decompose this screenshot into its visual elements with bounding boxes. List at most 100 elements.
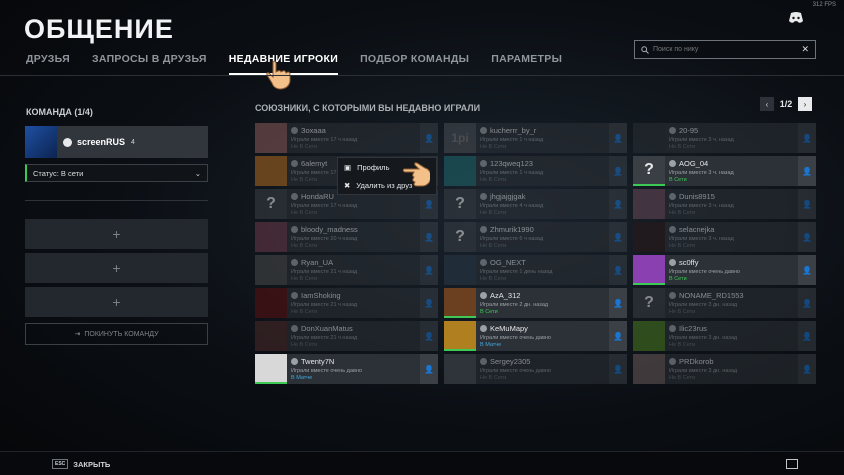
tab-team-finder[interactable]: ПОДБОР КОМАНДЫ — [360, 53, 469, 69]
add-friend-button[interactable]: 👤 — [798, 354, 816, 384]
verified-icon — [480, 259, 487, 266]
player-info: Ilic23rus Играли вместе 3 дн. назад Не В С… — [665, 321, 798, 351]
played-together: Играли вместе 21 ч назад — [291, 302, 358, 308]
chat-icon[interactable] — [786, 459, 798, 469]
next-page-button[interactable]: › — [798, 97, 812, 111]
context-profile-label: Профиль — [357, 162, 390, 172]
avatar — [633, 354, 665, 384]
leave-team-button[interactable]: ⇥ ПОКИНУТЬ КОМАНДУ — [25, 323, 208, 345]
add-friend-button[interactable]: 👤 — [420, 354, 438, 384]
add-friend-button[interactable]: 👤 — [609, 288, 627, 318]
add-friend-button[interactable]: 👤 — [420, 288, 438, 318]
player-card[interactable]: IamShoking Играли вместе 21 ч назад Не В С… — [255, 288, 438, 318]
player-card[interactable]: 123qweq123 Играли вместе 1 ч назад Не В Се… — [444, 156, 627, 186]
tab-friend-requests[interactable]: ЗАПРОСЫ В ДРУЗЬЯ — [92, 53, 207, 69]
add-friend-button[interactable]: 👤 — [420, 255, 438, 285]
avatar: ? — [255, 189, 287, 219]
player-card[interactable]: DonXuanMatus Играли вместе 21 ч назад Не В… — [255, 321, 438, 351]
verified-icon — [669, 160, 676, 167]
add-friend-button[interactable]: 👤 — [609, 255, 627, 285]
add-team-slot-button[interactable]: + — [25, 253, 208, 283]
close-button[interactable]: ESC ЗАКРЫТЬ — [52, 459, 110, 469]
played-together: Играли вместе 1 ч назад — [480, 137, 544, 143]
player-card[interactable]: selacnejka Играли вместе 3 ч. назад Не В С… — [633, 222, 816, 252]
player-info: jhgjajgjgak Играли вместе 4 ч назад Не В С… — [476, 189, 609, 219]
verified-icon — [669, 193, 676, 200]
player-name-row: Ryan_UA — [291, 258, 420, 267]
add-friend-button[interactable]: 👤 — [609, 123, 627, 153]
player-card[interactable]: ? NONAME_RD1553 Играли вместе 3 дн. назад Н… — [633, 288, 816, 318]
player-card[interactable]: ? jhgjajgjgak Играли вместе 4 ч назад Не В … — [444, 189, 627, 219]
search-box[interactable]: ✕ — [634, 40, 816, 59]
add-friend-button[interactable]: 👤 — [798, 255, 816, 285]
player-card[interactable]: sc0ffy Играли вместе очень давно В Сети 👤 — [633, 255, 816, 285]
add-team-slot-button[interactable]: + — [25, 287, 208, 317]
add-team-slot-button[interactable]: + — [25, 219, 208, 249]
add-friend-button[interactable]: 👤 — [798, 156, 816, 186]
player-name: Dunis8915 — [679, 192, 715, 201]
player-info: Twenty7N Играли вместе очень давно В Матче — [287, 354, 420, 384]
player-card[interactable]: ? Zhmurik1990 Играли вместе 6 ч назад Не В … — [444, 222, 627, 252]
player-name-row: sc0ffy — [669, 258, 798, 267]
add-friend-button[interactable]: 👤 — [798, 123, 816, 153]
add-friend-button[interactable]: 👤 — [420, 222, 438, 252]
add-friend-button[interactable]: 👤 — [609, 321, 627, 351]
player-card[interactable]: Ryan_UA Играли вместе 21 ч назад Не В Сети… — [255, 255, 438, 285]
player-card[interactable]: Ilic23rus Играли вместе 3 дн. назад Не В С… — [633, 321, 816, 351]
status-dropdown[interactable]: Статус: В сети ⌄ — [25, 164, 208, 182]
tab-settings[interactable]: ПАРАМЕТРЫ — [491, 53, 562, 69]
played-together: Играли вместе 1 ч назад — [480, 170, 544, 176]
chevron-down-icon: ⌄ — [194, 168, 201, 178]
avatar — [633, 321, 665, 351]
add-friend-button[interactable]: 👤 — [420, 321, 438, 351]
discord-icon[interactable] — [788, 12, 804, 24]
add-user-icon: 👤 — [613, 364, 623, 374]
player-name-row: DonXuanMatus — [291, 324, 420, 333]
add-friend-button[interactable]: 👤 — [798, 288, 816, 318]
player-card[interactable]: bloody_madness Играли вместе 20 ч назад Не… — [255, 222, 438, 252]
my-player-card[interactable]: screenRUS 4 — [25, 126, 208, 158]
add-friend-button[interactable]: 👤 — [420, 123, 438, 153]
player-status: Не В Сети — [669, 309, 696, 315]
player-card[interactable]: ? AOG_04 Играли вместе 3 ч. назад В Сети 👤 — [633, 156, 816, 186]
avatar — [255, 255, 287, 285]
played-together: Играли вместе 4 ч назад — [480, 203, 544, 209]
player-card[interactable]: Зохааа Играли вместе 17 ч назад Не В Сети 👤 — [255, 123, 438, 153]
add-friend-button[interactable]: 👤 — [798, 189, 816, 219]
played-together: Играли вместе 20 ч назад — [291, 236, 358, 242]
player-card[interactable]: Twenty7N Играли вместе очень давно В Матче… — [255, 354, 438, 384]
player-card[interactable]: KeMuMapy Играли вместе очень давно В Матче… — [444, 321, 627, 351]
player-card[interactable]: PRDkorob Играли вместе 3 дн. назад Не В Се… — [633, 354, 816, 384]
player-info: Dunis8915 Играли вместе 3 ч. назад Не В Се… — [665, 189, 798, 219]
verified-icon — [291, 160, 298, 167]
add-friend-button[interactable]: 👤 — [609, 189, 627, 219]
player-card[interactable]: Dunis8915 Играли вместе 3 ч. назад Не В Се… — [633, 189, 816, 219]
clear-search-icon[interactable]: ✕ — [801, 44, 809, 55]
prev-page-button[interactable]: ‹ — [760, 97, 774, 111]
search-input[interactable] — [653, 46, 802, 53]
add-friend-button[interactable]: 👤 — [798, 321, 816, 351]
played-together: Играли вместе 21 ч назад — [291, 335, 358, 341]
add-friend-button[interactable]: 👤 — [609, 354, 627, 384]
player-name: DonXuanMatus — [301, 324, 353, 333]
tab-friends[interactable]: ДРУЗЬЯ — [26, 53, 70, 69]
player-card[interactable]: 20-95 Играли вместе 3 ч. назад Не В Сети 👤 — [633, 123, 816, 153]
player-card[interactable]: 1pi kucherrr_by_r Играли вместе 1 ч назад Н… — [444, 123, 627, 153]
avatar — [444, 255, 476, 285]
add-friend-button[interactable]: 👤 — [609, 222, 627, 252]
player-card[interactable]: OG_NEXT Играли вместе 1 день назад Не В Се… — [444, 255, 627, 285]
avatar — [25, 126, 57, 158]
player-name: Зохааа — [301, 126, 326, 135]
player-card[interactable]: AzA_312 Играли вместе 2 дн. назад В Сети 👤 — [444, 288, 627, 318]
player-info: Sergey2305 Играли вместе очень давно Не В … — [476, 354, 609, 384]
played-together: Играли вместе очень давно — [480, 368, 551, 374]
player-card[interactable]: Sergey2305 Играли вместе очень давно Не В … — [444, 354, 627, 384]
played-together: Играли вместе очень давно — [291, 368, 362, 374]
player-name-row: Dunis8915 — [669, 192, 798, 201]
avatar — [255, 288, 287, 318]
add-user-icon: 👤 — [802, 265, 812, 275]
add-friend-button[interactable]: 👤 — [798, 222, 816, 252]
player-name-row: KeMuMapy — [480, 324, 609, 333]
add-user-icon: 👤 — [613, 265, 623, 275]
add-friend-button[interactable]: 👤 — [609, 156, 627, 186]
